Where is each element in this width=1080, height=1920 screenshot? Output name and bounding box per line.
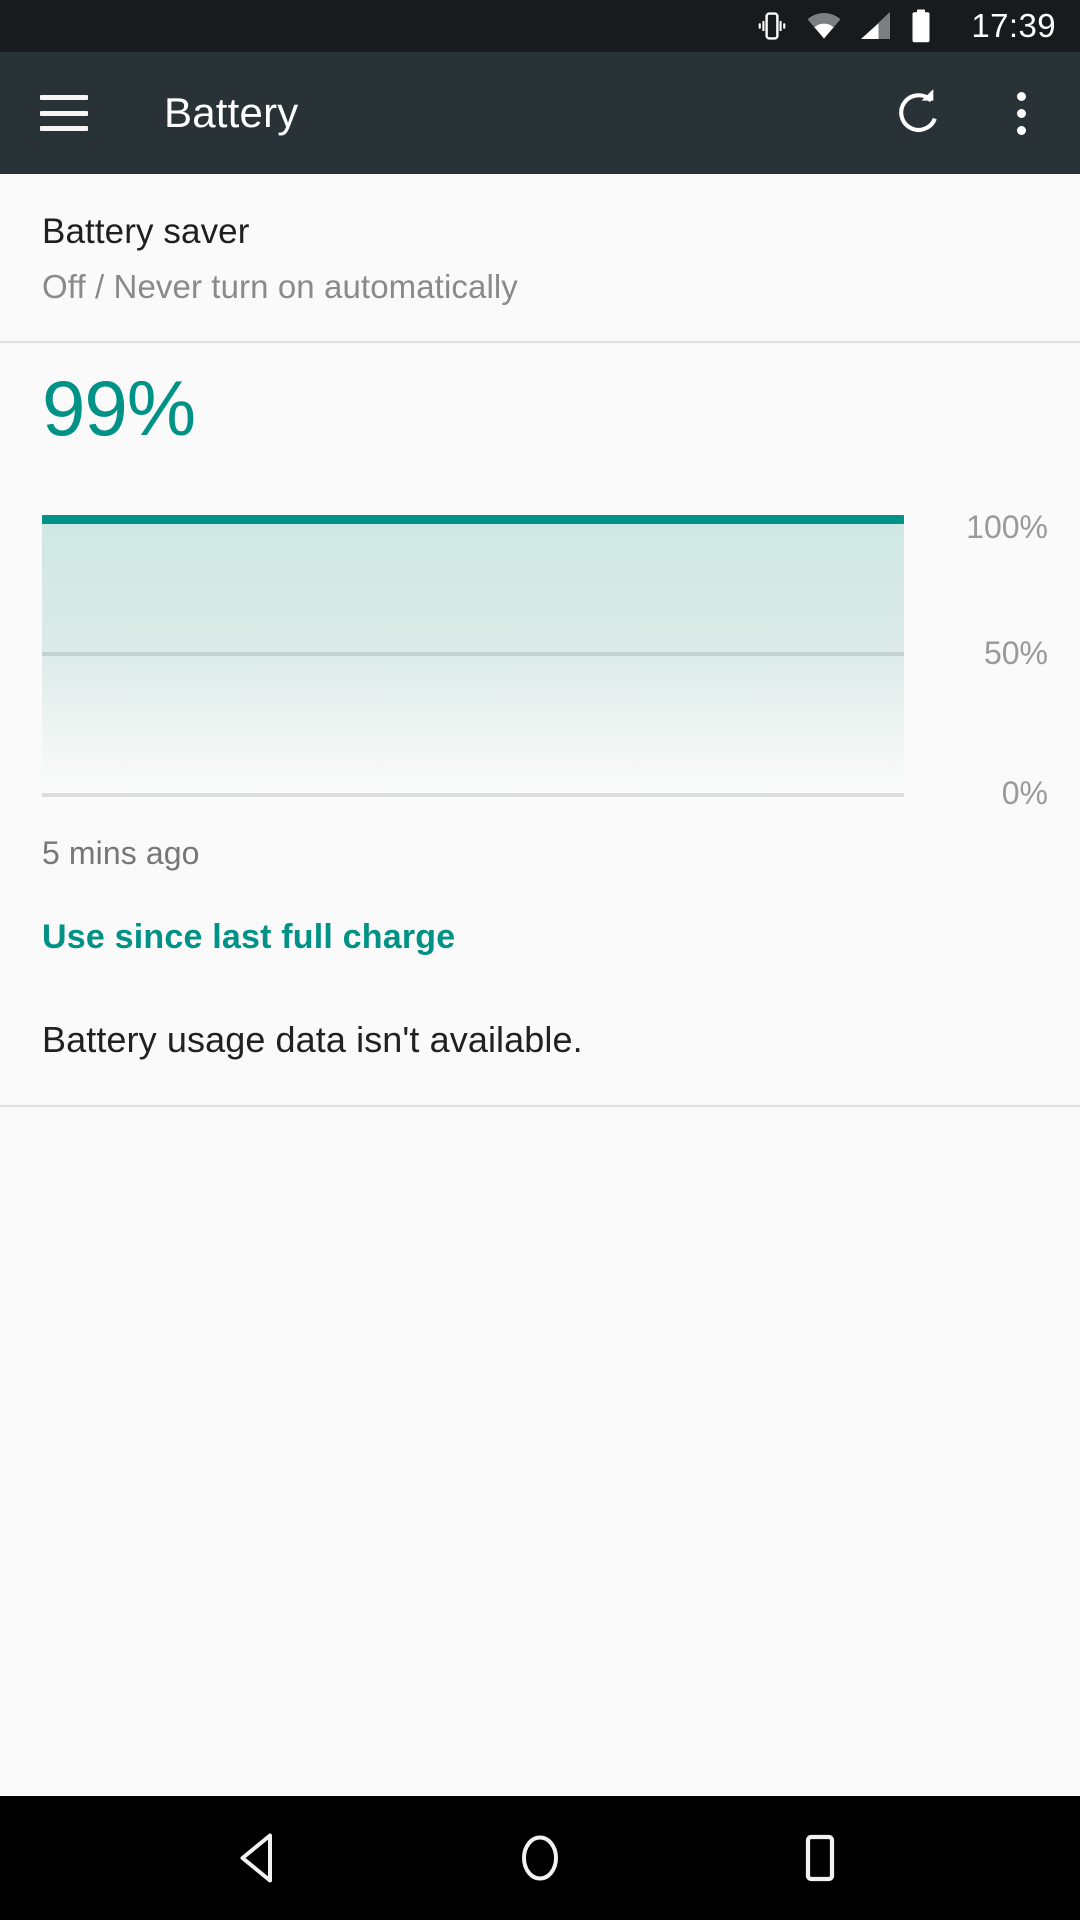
status-bar-clock: 17:39 bbox=[971, 6, 1056, 44]
axis-label-100: 100% bbox=[966, 509, 1048, 545]
use-since-last-full-charge-row: Use since last full charge bbox=[0, 872, 1080, 957]
refresh-icon[interactable] bbox=[890, 84, 948, 142]
chart-last-updated-label: 5 mins ago bbox=[42, 835, 200, 871]
vibrate-icon bbox=[755, 9, 789, 43]
battery-usage-empty-message: Battery usage data isn't available. bbox=[42, 1019, 583, 1060]
chart-y-axis-labels: 100% 50% 0% bbox=[952, 511, 1072, 809]
chart-battery-level-line bbox=[42, 515, 904, 524]
use-since-last-full-charge-link[interactable]: Use since last full charge bbox=[42, 918, 455, 957]
battery-saver-row[interactable]: Battery saver Off / Never turn on automa… bbox=[0, 174, 1080, 341]
divider-below-usage bbox=[0, 1105, 1080, 1107]
axis-label-50: 50% bbox=[983, 635, 1048, 671]
overflow-menu-icon[interactable] bbox=[992, 84, 1050, 142]
axis-label-0: 0% bbox=[1001, 775, 1048, 811]
status-bar-icons: 17:39 bbox=[755, 9, 1056, 44]
recents-button[interactable] bbox=[765, 1803, 875, 1913]
battery-percent-wrap: 99% bbox=[0, 343, 1080, 447]
cellular-signal-icon bbox=[859, 11, 893, 41]
home-button[interactable] bbox=[485, 1803, 595, 1913]
app-bar-actions bbox=[890, 84, 1050, 142]
app-bar: Battery bbox=[0, 52, 1080, 174]
gridline-50 bbox=[42, 652, 904, 656]
battery-icon bbox=[910, 9, 932, 43]
hamburger-menu-icon[interactable] bbox=[40, 95, 88, 131]
page-title: Battery bbox=[164, 89, 299, 136]
chart-plot-area bbox=[42, 515, 904, 797]
battery-saver-title: Battery saver bbox=[42, 212, 250, 251]
status-bar: 17:39 bbox=[0, 0, 1080, 52]
battery-usage-empty-row: Battery usage data isn't available. bbox=[0, 957, 1080, 1105]
android-battery-screen: 17:39 Battery Battery saver Off / Never … bbox=[0, 0, 1080, 1920]
content-area: Battery saver Off / Never turn on automa… bbox=[0, 174, 1080, 1796]
battery-history-chart: 100% 50% 0% bbox=[0, 511, 1080, 815]
chart-area-fill bbox=[42, 523, 904, 797]
system-navigation-bar bbox=[0, 1796, 1080, 1920]
battery-saver-subtitle: Off / Never turn on automatically bbox=[42, 267, 518, 305]
back-button[interactable] bbox=[205, 1803, 315, 1913]
wifi-icon bbox=[806, 11, 842, 41]
gridline-0 bbox=[42, 793, 904, 797]
battery-percent-label: 99% bbox=[42, 364, 196, 452]
